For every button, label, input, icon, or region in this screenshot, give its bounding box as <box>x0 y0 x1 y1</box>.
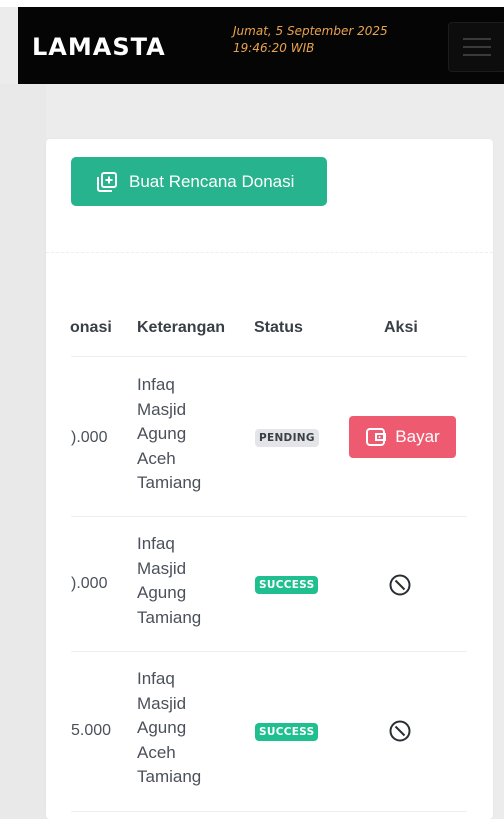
desc-line: Agung <box>137 718 187 737</box>
desc-line: Aceh <box>137 742 176 762</box>
row-amount: ).000 <box>71 575 108 592</box>
desc-line: Masjid <box>137 558 187 578</box>
column-header-aksi: Aksi <box>384 319 418 336</box>
row-separator <box>71 811 467 812</box>
row-separator <box>71 651 467 652</box>
row-description: Infaq Masjid Agung Aceh Tamiang <box>137 667 237 790</box>
row-amount: ).000 <box>71 429 108 446</box>
top-strip <box>0 0 504 7</box>
row-description: Infaq Masjid Agung Aceh Tamiang <box>137 373 237 496</box>
app-logo[interactable]: LAMASTA <box>32 33 166 61</box>
row-separator <box>71 516 467 517</box>
donation-card: Buat Rencana Donasi onasi Keterangan Sta… <box>46 139 493 819</box>
section-divider <box>46 252 493 253</box>
column-header-status: Status <box>254 319 303 336</box>
add-copy-icon <box>97 171 117 192</box>
desc-line: Tamiang <box>137 473 202 492</box>
date-text: Jumat, 5 September 2025 <box>233 24 388 38</box>
datetime-display: Jumat, 5 September 2025 19:46:20 WIB <box>233 23 388 57</box>
pay-button[interactable]: Bayar <box>349 416 456 458</box>
header-separator <box>71 356 467 357</box>
desc-line: Infaq <box>137 534 175 553</box>
donation-table: onasi Keterangan Status Aksi ).000 Infaq… <box>46 299 467 819</box>
desc-line: Aceh <box>137 448 176 468</box>
row-description: Infaq Masjid Agung Tamiang <box>137 532 237 630</box>
wallet-icon <box>366 428 387 446</box>
pay-button-label: Bayar <box>395 427 440 446</box>
column-header-donasi: onasi <box>70 319 112 336</box>
status-badge: SUCCESS <box>255 723 319 741</box>
desc-line: Tamiang <box>137 607 202 627</box>
status-badge: PENDING <box>255 429 319 447</box>
ban-icon <box>389 720 411 742</box>
app-header: LAMASTA Jumat, 5 September 2025 19:46:20… <box>18 7 504 84</box>
desc-line: Infaq <box>137 669 175 688</box>
desc-line: Infaq <box>137 375 175 394</box>
create-donation-plan-button[interactable]: Buat Rencana Donasi <box>71 157 327 206</box>
desc-line: Masjid <box>137 399 187 419</box>
background-decoration <box>0 84 46 819</box>
row-amount: 5.000 <box>71 722 112 739</box>
desc-line: Masjid <box>137 693 187 713</box>
desc-line: Tamiang <box>137 767 202 786</box>
desc-line: Agung <box>137 583 187 602</box>
create-button-label: Buat Rencana Donasi <box>129 171 295 191</box>
ban-icon <box>389 574 411 596</box>
desc-line: Agung <box>137 424 187 443</box>
column-header-keterangan: Keterangan <box>137 319 226 336</box>
status-badge: SUCCESS <box>255 576 319 594</box>
menu-button[interactable] <box>448 22 504 72</box>
time-text: 19:46:20 WIB <box>233 41 315 55</box>
